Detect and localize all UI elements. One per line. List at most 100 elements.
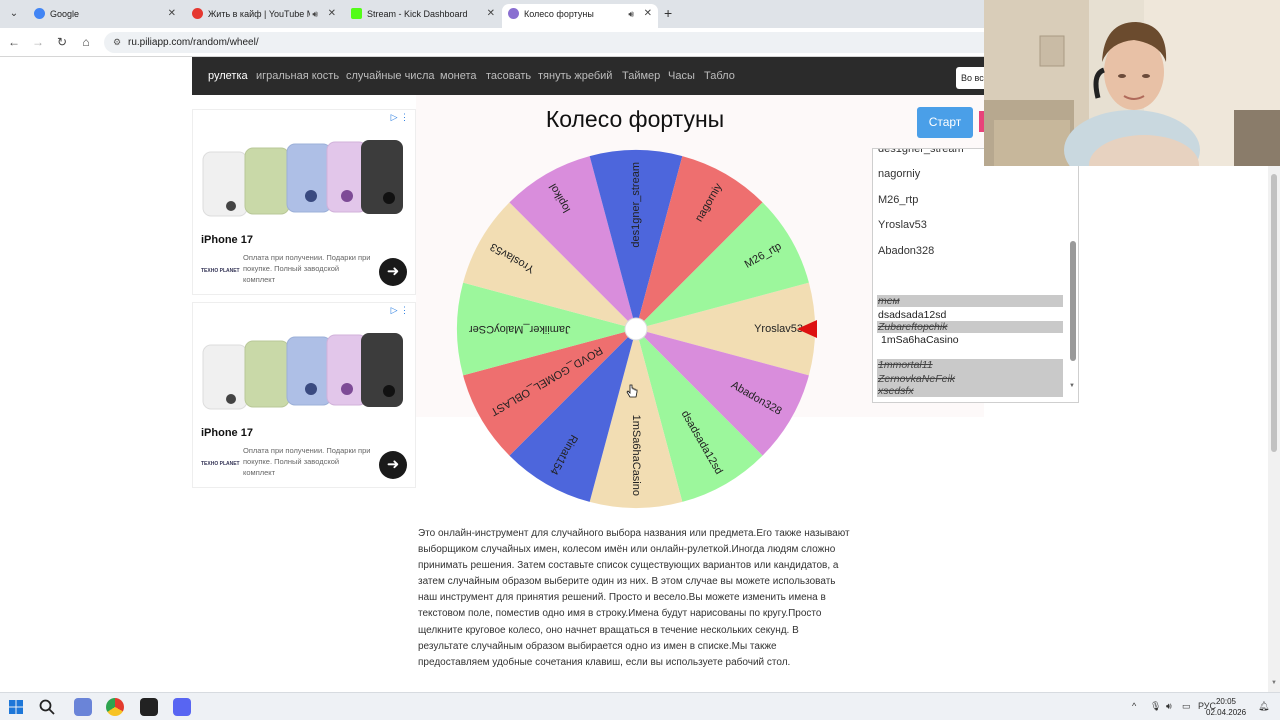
chevron-up-icon[interactable]: ^ — [1132, 701, 1136, 711]
adchoices-icon[interactable]: ▷ ⋮ — [391, 305, 409, 316]
tab-google[interactable]: Google ✕ — [26, 4, 182, 28]
ad-text: Оплата при получении. Подарки при покупк… — [243, 446, 371, 477]
names-textarea[interactable]: des1gner_stream nagorniy M26_rtp Yroslav… — [872, 148, 1079, 403]
language-button[interactable]: Во все — [956, 67, 986, 89]
nav-clock[interactable]: Часы — [668, 70, 695, 82]
wheel-segment-label: 1mSa6haCasino — [630, 415, 642, 496]
reload-icon[interactable]: ↻ — [54, 34, 70, 50]
ad-banner[interactable]: ▷ ⋮ iPhone 17 ТЕХНО PLANET Оплата при по… — [192, 302, 416, 488]
fortune-wheel[interactable]: Yroslav53 Abadon328 dsadsada12sd 1mSa6haCas… — [455, 148, 817, 510]
ad-title: iPhone 17 — [201, 234, 253, 246]
taskbar: ^ 🎙︎ 🔊︎ ▭ РУС 20:05 02.04.2026 🔔︎ — [0, 692, 1280, 720]
nav-roulette[interactable]: рулетка — [208, 70, 248, 82]
arrow-right-icon[interactable]: ➜ — [379, 451, 407, 479]
tab-label: Stream - Kick Dashboard — [367, 9, 468, 19]
removed-name: Zubareftopchik — [878, 321, 948, 333]
wheel-segment-label: Jamiiker_MaloyCSer — [469, 323, 571, 335]
speaker-icon[interactable]: 🔊︎ — [626, 4, 636, 24]
scroll-thumb[interactable] — [1070, 241, 1076, 361]
close-icon[interactable]: ✕ — [487, 4, 495, 24]
nav-timer[interactable]: Таймер — [622, 70, 660, 82]
name-line: nagorniy — [878, 168, 921, 180]
google-icon — [34, 8, 45, 19]
removed-name: ZernovkaNeFeik — [878, 373, 956, 385]
speaker-icon[interactable]: 🔊︎ — [1166, 701, 1172, 712]
removed-name: тем — [878, 295, 900, 307]
close-icon[interactable]: ✕ — [327, 4, 336, 24]
wheel-segment-label: Yroslav53 — [754, 323, 803, 335]
wheel-site-icon — [508, 8, 519, 19]
webcam-image — [984, 0, 1280, 166]
new-tab-icon[interactable]: + — [664, 5, 672, 21]
name-line: M26_rtp — [878, 194, 919, 206]
tab-label: Google — [50, 9, 80, 19]
description-text: Это онлайн-инструмент для случайного выб… — [418, 528, 850, 668]
clock[interactable]: 20:05 02.04.2026 — [1206, 696, 1246, 718]
iphone-product-image — [202, 333, 403, 410]
hand-cursor-icon — [626, 384, 638, 398]
webcam-overlay — [984, 0, 1280, 166]
wheel-graphic[interactable]: Yroslav53Abadon328dsadsada12sd1mSa6haCas… — [455, 148, 817, 510]
chrome-icon[interactable] — [106, 698, 124, 716]
remaining-name: 1mSa6haCasino — [881, 334, 959, 346]
page-scrollbar[interactable]: ▼ — [1268, 166, 1280, 692]
name-line: des1gner_stream — [878, 148, 964, 155]
nav-draw-lots[interactable]: тянуть жребий — [538, 70, 612, 82]
windows-start-icon[interactable] — [7, 698, 25, 716]
app-icon[interactable] — [140, 698, 158, 716]
start-button[interactable]: Старт — [917, 107, 973, 138]
tab-label: Жить в кайф | YouTube Mu — [208, 9, 320, 19]
ad-banner[interactable]: ▷ ⋮ iPhone 17 ТЕХНО PLANET Оплата при по… — [192, 109, 416, 295]
nav-scoreboard[interactable]: Табло — [704, 70, 735, 82]
youtube-music-icon — [192, 8, 203, 19]
notification-bell-icon[interactable]: 🔔︎ — [1258, 701, 1269, 712]
url-text: ru.piliapp.com/random/wheel/ — [128, 37, 259, 48]
tab-wheel-of-fortune[interactable]: Колесо фортуны 🔊︎ ✕ — [502, 4, 658, 28]
mic-icon[interactable]: 🎙︎ — [1150, 701, 1161, 712]
ad-brand-logo: ТЕХНО PLANET — [201, 268, 240, 274]
app-icon[interactable] — [74, 698, 92, 716]
adchoices-icon[interactable]: ▷ ⋮ — [391, 112, 409, 123]
search-icon[interactable] — [38, 698, 56, 716]
discord-icon[interactable] — [173, 698, 191, 716]
speaker-icon[interactable]: 🔊︎ — [310, 4, 320, 24]
site-nav: рулетка игральная кость случайные числа … — [192, 57, 984, 95]
ad-brand-logo: ТЕХНО PLANET — [201, 461, 240, 467]
scroll-down-icon[interactable]: ▼ — [1271, 680, 1277, 686]
removed-highlight — [877, 295, 1063, 307]
url-input[interactable]: ⚙ ru.piliapp.com/random/wheel/ — [104, 32, 1004, 53]
nav-dice[interactable]: игральная кость — [256, 70, 339, 82]
ad-text: Оплата при получении. Подарки при покупк… — [243, 253, 371, 284]
tab-label: Колесо фортуны — [524, 9, 594, 19]
back-icon[interactable]: ← — [6, 34, 22, 50]
tab-search-icon[interactable]: ⌄ — [6, 6, 22, 22]
removed-name: xsedsfx — [878, 385, 914, 397]
tab-kick-dashboard[interactable]: Stream - Kick Dashboard ✕ — [345, 4, 501, 28]
close-icon[interactable]: ✕ — [168, 4, 176, 24]
removed-name: 1mmortal11 — [878, 359, 933, 371]
time: 20:05 — [1215, 697, 1237, 706]
nav-random-numbers[interactable]: случайные числа — [346, 70, 434, 82]
close-icon[interactable]: ✕ — [643, 4, 652, 24]
tab-youtube-music[interactable]: Жить в кайф | YouTube Mu 🔊︎ ✕ — [186, 4, 342, 28]
kick-icon — [351, 8, 362, 19]
ad-title: iPhone 17 — [201, 427, 253, 439]
nav-coin[interactable]: монета — [440, 70, 477, 82]
site-info-icon[interactable]: ⚙ — [113, 37, 121, 48]
nav-shuffle[interactable]: тасовать — [486, 70, 531, 82]
network-icon[interactable]: ▭ — [1182, 701, 1191, 712]
arrow-right-icon[interactable]: ➜ — [379, 258, 407, 286]
page-title: Колесо фортуны — [545, 106, 725, 132]
date: 02.04.2026 — [1206, 708, 1247, 717]
scroll-down-icon[interactable]: ▼ — [1069, 383, 1075, 389]
forward-icon[interactable]: → — [30, 34, 46, 50]
name-line: Abadon328 — [878, 245, 935, 257]
remaining-name: dsadsada12sd — [878, 309, 947, 321]
iphone-product-image — [202, 140, 403, 217]
home-icon[interactable]: ⌂ — [78, 34, 94, 50]
wheel-center[interactable] — [624, 317, 648, 341]
wheel-segment-label: des1gner_stream — [630, 162, 642, 248]
textarea-scrollbar[interactable]: ▼ — [1069, 167, 1076, 402]
name-line: Yroslav53 — [878, 219, 927, 231]
scroll-thumb[interactable] — [1271, 174, 1277, 452]
